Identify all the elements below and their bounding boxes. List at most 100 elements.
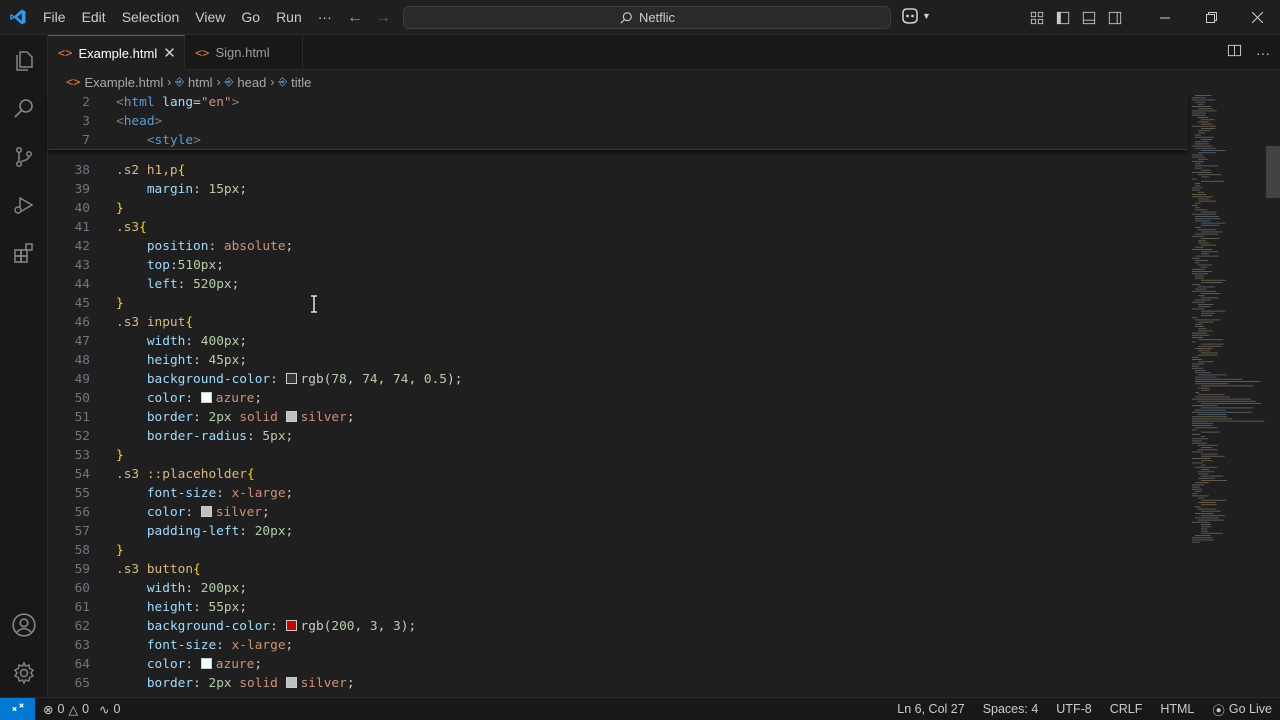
toggle-panel-icon[interactable] (1076, 0, 1102, 35)
manage-gear-icon[interactable] (0, 649, 48, 697)
explorer-icon[interactable] (0, 37, 48, 85)
code-line[interactable]: 64 color: azure; (48, 655, 1188, 674)
color-swatch[interactable] (200, 658, 212, 669)
menu-item-file[interactable]: File (35, 0, 74, 35)
minimap[interactable] (1188, 93, 1268, 697)
code-token: : (169, 258, 178, 273)
code-line[interactable]: 60 width: 200px; (48, 579, 1188, 598)
menu-item-edit[interactable]: Edit (74, 0, 114, 35)
close-icon[interactable]: ✕ (163, 44, 176, 62)
command-center-search[interactable]: Netflic (403, 6, 891, 29)
color-swatch[interactable] (285, 677, 297, 688)
more-actions-icon[interactable]: ··· (1256, 45, 1270, 61)
code-line[interactable]: 56 color: silver; (48, 503, 1188, 522)
forward-arrow-icon[interactable]: → (373, 8, 393, 28)
toggle-secondary-sidebar-icon[interactable] (1102, 0, 1128, 35)
code-line[interactable]: 55 font-size: x-large; (48, 484, 1188, 503)
code-line[interactable]: 47 width: 400px; (48, 332, 1188, 351)
copilot-button[interactable]: ▼ (900, 7, 931, 25)
code-line[interactable]: 65 border: 2px solid silver; (48, 674, 1188, 693)
end-of-line[interactable]: CRLF (1110, 702, 1143, 716)
color-swatch[interactable] (200, 392, 212, 403)
breadcrumb-html[interactable]: ⎆ html (175, 75, 212, 90)
code-token: 200 (331, 619, 355, 634)
code-line[interactable]: 44 left: 520px; (48, 275, 1188, 294)
menu-item-more[interactable]: ··· (310, 0, 340, 35)
minimap-line (1198, 306, 1211, 308)
code-line[interactable]: 50 color: azure; (48, 389, 1188, 408)
menu-item-go[interactable]: Go (233, 0, 268, 35)
split-editor-icon[interactable] (1227, 43, 1242, 63)
tab-sign-html[interactable]: <> Sign.html (185, 35, 303, 70)
file-encoding[interactable]: UTF-8 (1056, 702, 1091, 716)
scrollbar-thumb[interactable] (1266, 146, 1280, 198)
code-token: ; (346, 676, 355, 691)
back-arrow-icon[interactable]: ← (345, 8, 365, 28)
line-number: 60 (74, 581, 90, 596)
code-text: <style> (116, 133, 201, 148)
problems-indicator[interactable]: ⊗ 0 △ 0 (43, 702, 89, 717)
code-line[interactable]: 45} (48, 294, 1188, 313)
color-swatch[interactable] (285, 411, 297, 422)
breadcrumb-file[interactable]: <> Example.html (66, 75, 163, 90)
code-line[interactable]: 51 border: 2px solid silver; (48, 408, 1188, 427)
code-line[interactable]: 42 position: absolute; (48, 237, 1188, 256)
minimap-line (1192, 99, 1216, 101)
code-line[interactable]: 49 background-color: rgb(78, 74, 74, 0.5… (48, 370, 1188, 389)
code-line[interactable]: 7 <style> (48, 131, 1188, 150)
menu-item-selection[interactable]: Selection (114, 0, 188, 35)
code-line[interactable]: 53} (48, 446, 1188, 465)
code-line[interactable]: 59 .s3 button{ (48, 560, 1188, 579)
remote-window-button[interactable] (0, 697, 35, 720)
minimap-line (1195, 260, 1208, 261)
minimap-line (1195, 326, 1205, 327)
menu-item-run[interactable]: Run (268, 0, 310, 35)
indentation[interactable]: Spaces: 4 (983, 702, 1039, 716)
code-line[interactable]: 41 .s3{ (48, 218, 1188, 237)
restore-icon[interactable] (1188, 0, 1234, 35)
ports-indicator[interactable]: ∿ 0 (99, 702, 120, 717)
minimap-line (1195, 482, 1209, 484)
source-control-icon[interactable] (0, 133, 48, 181)
code-line[interactable]: 57 padding-left: 20px; (48, 522, 1188, 541)
search-view-icon[interactable] (0, 85, 48, 133)
run-and-debug-icon[interactable] (0, 181, 48, 229)
toggle-primary-sidebar-icon[interactable] (1050, 0, 1076, 35)
code-line[interactable]: 58} (48, 541, 1188, 560)
code-line[interactable]: 3 <head> (48, 112, 1188, 131)
menu-item-view[interactable]: View (187, 0, 233, 35)
cursor-position[interactable]: Ln 6, Col 27 (897, 702, 964, 716)
sticky-scroll-header[interactable]: 2 <html lang="en"> 3 <head> 7 <style> (48, 93, 1188, 150)
chevron-right-icon: › (216, 75, 221, 89)
code-editor[interactable]: 2 <html lang="en"> 3 <head> 7 <style> 38 .s2 … (48, 93, 1188, 697)
minimize-icon[interactable] (1142, 0, 1188, 35)
code-line[interactable]: 63 font-size: x-large; (48, 636, 1188, 655)
code-line[interactable]: 46 .s3 input{ (48, 313, 1188, 332)
code-token: position (146, 239, 209, 254)
breadcrumb-title[interactable]: ⎆ title (278, 75, 311, 90)
color-swatch[interactable] (285, 620, 297, 631)
code-line[interactable]: 38 .s2 h1,p{ (48, 161, 1188, 180)
code-line[interactable]: 52 border-radius: 5px; (48, 427, 1188, 446)
code-line[interactable]: 43 top:510px; (48, 256, 1188, 275)
breadcrumb-head[interactable]: ⎆ head (225, 75, 267, 90)
code-line[interactable]: 61 height: 55px; (48, 598, 1188, 617)
color-swatch[interactable] (200, 506, 212, 517)
extensions-icon[interactable] (0, 229, 48, 277)
code-line[interactable]: 40} (48, 199, 1188, 218)
tab-example-html[interactable]: <> Example.html ✕ (48, 35, 185, 70)
language-mode[interactable]: HTML (1160, 702, 1194, 716)
code-line[interactable]: 62 background-color: rgb(200, 3, 3); (48, 617, 1188, 636)
go-live-button[interactable]: ⦿ Go Live (1212, 700, 1272, 719)
code-line[interactable]: 39 margin: 15px; (48, 180, 1188, 199)
code-line[interactable]: 54 .s3 ::placeholder{ (48, 465, 1188, 484)
color-swatch[interactable] (285, 373, 297, 384)
code-line[interactable]: 2 <html lang="en"> (48, 93, 1188, 112)
minimap-line (1192, 539, 1214, 541)
customize-layout-icon[interactable] (1024, 0, 1050, 35)
accounts-icon[interactable] (0, 601, 48, 649)
code-line[interactable]: 48 height: 45px; (48, 351, 1188, 370)
close-window-icon[interactable] (1234, 0, 1280, 35)
